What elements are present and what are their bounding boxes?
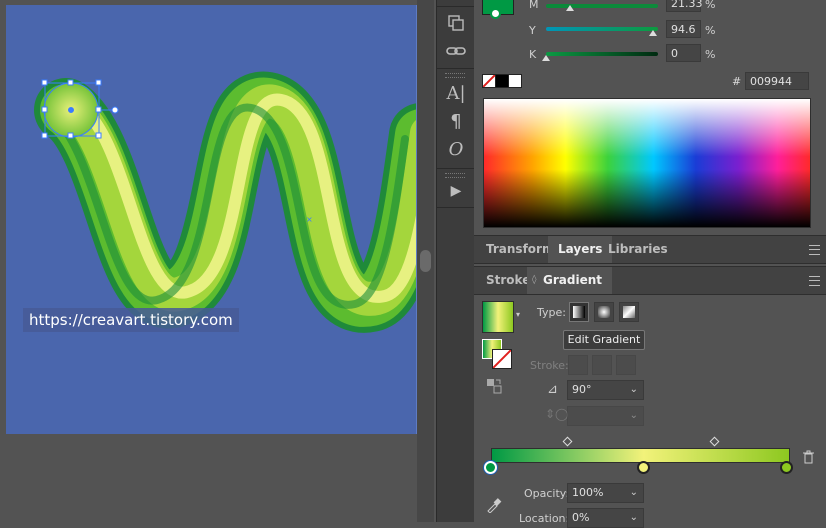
white-swatch[interactable] xyxy=(508,74,522,88)
k-value-field[interactable]: 0 xyxy=(666,44,701,62)
tab-libraries[interactable]: Libraries xyxy=(598,236,678,263)
stroke-within-button[interactable] xyxy=(568,355,588,375)
actions-play-icon[interactable]: ▶ xyxy=(443,180,469,202)
reverse-gradient-icon[interactable] xyxy=(486,378,502,394)
location-label: Location: xyxy=(519,512,570,525)
opacity-value: 100% xyxy=(572,486,604,499)
k-slider[interactable] xyxy=(546,52,658,56)
location-field[interactable]: 0% ⌄ xyxy=(567,508,644,528)
opacity-chevron-icon[interactable]: ⌄ xyxy=(630,484,638,502)
aspect-ratio-field[interactable]: ⌄ xyxy=(567,406,644,426)
location-chevron-icon[interactable]: ⌄ xyxy=(630,509,638,527)
angle-field[interactable]: 90° ⌄ xyxy=(567,380,644,400)
k-label: K xyxy=(529,48,537,61)
color-spectrum[interactable] xyxy=(483,98,811,228)
hex-value-field[interactable]: 009944 xyxy=(745,72,809,90)
opacity-field[interactable]: 100% ⌄ xyxy=(567,483,644,503)
character-icon[interactable]: A| xyxy=(443,83,469,105)
m-unit: % xyxy=(705,0,716,11)
paragraph-icon[interactable]: ¶ xyxy=(443,111,469,133)
radial-gradient-button[interactable] xyxy=(594,302,614,322)
document-canvas[interactable]: × https://creavart.tistory.com xyxy=(0,0,417,522)
tab-bar-gradient: Stroke ◊ Gradient xyxy=(474,266,826,295)
stroke-across-button[interactable] xyxy=(616,355,636,375)
gradient-stop-2[interactable] xyxy=(637,461,650,474)
gradient-stop-1[interactable] xyxy=(484,461,497,474)
k-unit: % xyxy=(705,48,716,61)
properties-panel: M 21.33 % Y 94.6 % K 0 % # 009944 Transf… xyxy=(474,0,826,528)
y-value-field[interactable]: 94.6 xyxy=(666,20,701,38)
stroke-color-swatch[interactable] xyxy=(490,8,501,19)
midpoint-diamond-1[interactable] xyxy=(562,436,573,447)
tab-gradient[interactable]: ◊ Gradient xyxy=(527,267,612,294)
m-label: M xyxy=(529,0,539,11)
k-slider-thumb[interactable] xyxy=(542,55,550,61)
panel-menu-icon[interactable] xyxy=(809,245,820,255)
midpoint-diamond-2[interactable] xyxy=(709,436,720,447)
gradient-panel-menu-icon[interactable] xyxy=(809,276,820,286)
tab-gradient-label: Gradient xyxy=(543,273,602,287)
freeform-gradient-button[interactable] xyxy=(619,302,639,322)
edit-gradient-button[interactable]: Edit Gradient xyxy=(563,330,645,350)
type-label: Type: xyxy=(537,306,566,319)
stroke-none-swatch[interactable] xyxy=(492,349,512,369)
y-slider[interactable] xyxy=(546,27,658,31)
y-unit: % xyxy=(705,24,716,37)
gradient-preset-chevron-icon[interactable]: ▾ xyxy=(516,310,520,319)
aspect-ratio-icon: ⇕◯ xyxy=(545,407,569,421)
y-label: Y xyxy=(529,24,536,37)
hex-hash-label: # xyxy=(732,75,742,88)
watermark-url: https://creavart.tistory.com xyxy=(23,308,239,332)
gradient-stop-3[interactable] xyxy=(780,461,793,474)
canvas-scrollbar[interactable] xyxy=(417,0,434,522)
y-slider-thumb[interactable] xyxy=(649,30,657,36)
scrollbar-thumb[interactable] xyxy=(420,250,431,272)
m-slider[interactable] xyxy=(546,4,658,8)
stroke-along-button[interactable] xyxy=(592,355,612,375)
tab-collapse-icon: ◊ xyxy=(532,275,537,285)
artboards-icon[interactable] xyxy=(443,13,469,35)
linear-gradient-button[interactable] xyxy=(569,302,589,322)
opentype-icon[interactable]: O xyxy=(443,139,469,161)
opacity-label: Opacity: xyxy=(524,487,570,500)
panel-icon-strip: A| ¶ O ▶ xyxy=(436,0,475,522)
svg-text:×: × xyxy=(306,215,313,224)
artboard[interactable]: × https://creavart.tistory.com xyxy=(6,5,417,434)
stroke-label: Stroke: xyxy=(530,359,569,372)
links-icon[interactable] xyxy=(443,41,469,63)
angle-chevron-icon[interactable]: ⌄ xyxy=(630,381,638,399)
black-swatch[interactable] xyxy=(495,74,509,88)
angle-icon: ⊿ xyxy=(547,382,558,397)
gradient-preview-swatch[interactable] xyxy=(482,301,514,333)
m-value-field[interactable]: 21.33 xyxy=(666,0,703,12)
aspect-chevron-icon[interactable]: ⌄ xyxy=(630,407,638,425)
m-slider-thumb[interactable] xyxy=(566,5,574,11)
eyedropper-icon[interactable] xyxy=(486,497,502,514)
location-value: 0% xyxy=(572,511,590,524)
none-swatch[interactable] xyxy=(482,74,496,88)
angle-value: 90° xyxy=(572,383,592,396)
tab-bar-top: Transform Layers Libraries xyxy=(474,235,826,264)
trash-icon[interactable] xyxy=(802,450,815,464)
